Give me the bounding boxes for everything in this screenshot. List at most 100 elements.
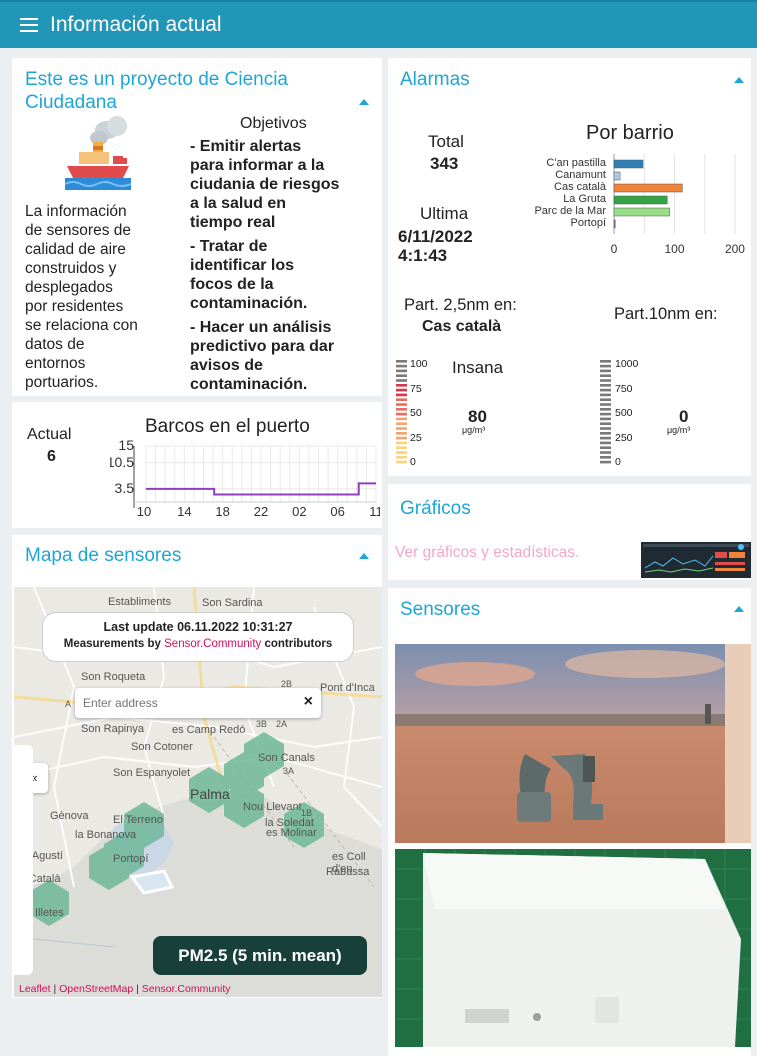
project-collapse-icon[interactable] — [359, 99, 369, 105]
map-collapse-icon[interactable] — [359, 553, 369, 559]
gauge-segment — [396, 364, 407, 368]
sensors-collapse-icon[interactable] — [734, 606, 744, 612]
place-label: Son Cotoner — [131, 741, 193, 753]
x-tick-label: 18 — [215, 504, 229, 519]
pm10-gauge-ticks: 1000 750 500 250 0 — [615, 358, 639, 468]
sensor-photo-2 — [395, 849, 751, 1047]
x-tick-label: 10 — [137, 504, 151, 519]
pm25-place: Cas català — [422, 318, 502, 335]
gauge-segment — [600, 369, 611, 373]
x-tick-label: 100 — [664, 242, 684, 256]
place-label: Son Sardina — [202, 597, 263, 609]
place-label: Portopí — [113, 853, 149, 865]
gauge-segment — [396, 451, 407, 454]
gauge-segment — [600, 388, 611, 392]
gauge-segment — [396, 432, 407, 435]
bar[interactable] — [613, 159, 644, 169]
place-label: Son Canals — [258, 752, 315, 764]
bar[interactable] — [613, 219, 616, 229]
alarms-last-time: 4:1:43 — [398, 246, 448, 265]
x-tick-label: 06 — [330, 504, 344, 519]
project-title: Este es un proyecto de Ciencia Ciudadana — [25, 69, 288, 113]
gauge-segment — [396, 388, 407, 392]
place-label: Establiments — [108, 596, 171, 608]
pm10-gauge-unit: μg/m³ — [667, 425, 691, 435]
menu-icon[interactable] — [20, 18, 38, 32]
gauge-segment — [600, 364, 611, 368]
map-card-title: Mapa de sensores — [25, 545, 182, 566]
ships-current-label: Actual — [27, 426, 72, 443]
x-tick-label: 14 — [177, 504, 191, 519]
sensor-community-attr-link[interactable]: Sensor.Community — [142, 983, 231, 995]
bar[interactable] — [613, 183, 683, 193]
gauge-segment — [396, 374, 407, 377]
by-barrio-title: Por barrio — [586, 122, 674, 144]
x-tick-label: 02 — [292, 504, 306, 519]
gauge-segment — [396, 369, 407, 373]
place-label: la Bonanova — [75, 829, 137, 841]
gauge-segment — [396, 379, 407, 382]
gauge-segment — [396, 360, 407, 363]
gauge-segment — [600, 456, 611, 459]
sensor-map[interactable]: Establiments Son Sardina Son Roqueta Pon… — [14, 587, 382, 997]
map-left-panel — [14, 745, 33, 975]
category-label: C'an pastilla — [546, 157, 606, 169]
gauge-segment — [600, 417, 611, 421]
category-label: Canamunt — [555, 169, 606, 181]
pm-badge[interactable]: PM2.5 (5 min. mean) — [153, 936, 367, 975]
sensor-community-link[interactable]: Sensor.Community — [164, 638, 261, 650]
gauge-segment — [396, 427, 407, 430]
address-search-input[interactable] — [83, 692, 283, 714]
gauge-segment — [600, 412, 611, 416]
gauge-segment — [396, 408, 407, 411]
ships-chart-title: Barcos en el puerto — [145, 416, 310, 437]
graphs-thumbnail[interactable] — [641, 542, 751, 578]
map-info-box: Last update 06.11.2022 10:31:27 Measurem… — [42, 612, 354, 662]
place-label: A — [65, 699, 72, 709]
place-label: Rabassa — [326, 866, 370, 878]
place-label: Gènova — [50, 810, 89, 822]
x-tick-label: 22 — [254, 504, 268, 519]
y-tick-label: 10.5 — [110, 454, 134, 470]
ships-current-value: 6 — [47, 448, 56, 465]
alarms-last-label: Ultima — [420, 204, 469, 223]
objective-item: - Hacer un análisis predictivo para dar av… — [190, 319, 335, 393]
alarms-collapse-icon[interactable] — [734, 77, 744, 83]
alarms-last-date: 6/11/2022 — [398, 227, 473, 246]
bar[interactable] — [613, 171, 621, 181]
address-search: × — [75, 688, 321, 718]
place-label: 3A — [283, 766, 295, 776]
gauge-segment — [396, 422, 407, 425]
bar[interactable] — [613, 207, 670, 217]
gauge-segment — [600, 427, 611, 430]
place-label: Illetes — [35, 907, 64, 919]
alarms-total-value: 343 — [430, 154, 459, 173]
leaflet-link[interactable]: Leaflet — [19, 983, 51, 995]
y-tick-label: 3.5 — [115, 480, 135, 496]
map-attribution: Leaflet | OpenStreetMap | Sensor.Communi… — [19, 983, 231, 995]
gauge-segment — [600, 379, 611, 382]
gauge-segment — [396, 436, 407, 440]
gauge-segment — [600, 432, 611, 435]
project-description: La información de sensores de calidad de… — [25, 203, 138, 391]
close-icon[interactable]: × — [304, 693, 313, 711]
gauge-segment — [600, 460, 611, 464]
gauge-segment — [600, 398, 611, 401]
barrio-chart: C'an pastillaCanamuntCas catalàLa GrutaP… — [534, 154, 745, 256]
gauge-segment — [600, 422, 611, 425]
gauge-segment — [600, 436, 611, 440]
pm10-label: Part.10nm en: — [614, 305, 718, 323]
osm-link[interactable]: OpenStreetMap — [59, 983, 133, 995]
place-label: Son Roqueta — [81, 671, 146, 683]
gauge-segment — [396, 384, 407, 387]
gauge-segment — [600, 408, 611, 411]
header-title: Información actual — [50, 13, 222, 36]
ship-smoke-icon — [64, 116, 132, 190]
gauge-segment — [600, 446, 611, 449]
bar[interactable] — [613, 195, 668, 205]
gauge-segment — [396, 403, 407, 406]
map-last-update: Last update 06.11.2022 10:31:27 — [103, 620, 293, 634]
y-tick-label: 15 — [118, 440, 134, 453]
graphs-link[interactable]: Ver gráficos y estadísticas. — [395, 544, 579, 562]
category-label: La Gruta — [563, 193, 607, 205]
